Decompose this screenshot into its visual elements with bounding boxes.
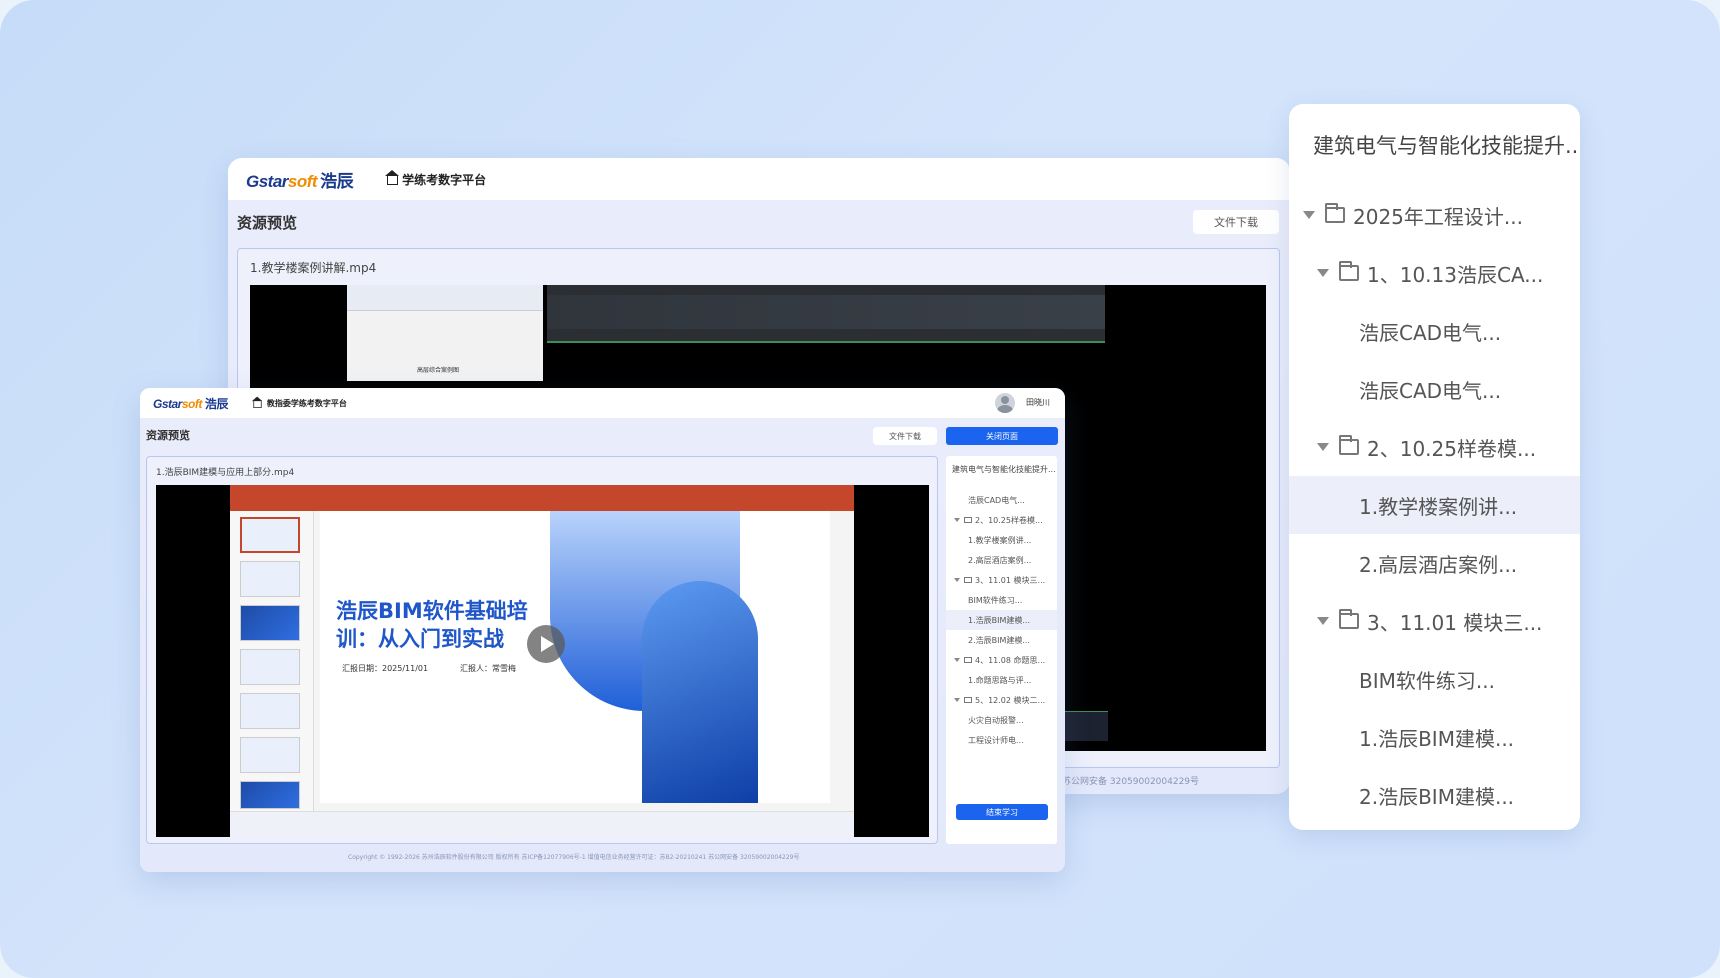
tree-item[interactable]: 2.高层酒店案例... xyxy=(1289,534,1580,592)
doc-caption: 高层综合案例图 xyxy=(417,367,460,374)
platform-title[interactable]: 教指委学练考数字平台 xyxy=(251,396,347,409)
tree-folder[interactable]: 2、10.25样卷模... xyxy=(1289,418,1580,476)
folder-icon xyxy=(964,657,972,663)
chevron-down-icon xyxy=(954,698,960,702)
ppt-thumbnails xyxy=(230,511,314,811)
back-footer: 苏公网安备 32059002004229号 xyxy=(1062,777,1200,787)
slide-thumb[interactable] xyxy=(240,605,300,641)
chevron-down-icon xyxy=(954,578,960,582)
file-name: 1.教学楼案例讲解.mp4 xyxy=(250,261,377,275)
sidebar-folder[interactable]: 4、11.08 命题思... xyxy=(946,650,1057,670)
page-title: 资源预览 xyxy=(237,214,298,232)
slide-title-line1: 浩辰BIM软件基础培 xyxy=(336,599,528,623)
tree-folder[interactable]: 3、11.01 模块三... xyxy=(1289,592,1580,650)
page-title: 资源预览 xyxy=(146,429,190,442)
slide-thumb[interactable] xyxy=(240,561,300,597)
background: Gstarsoft 浩辰 学练考数字平台 资源预览 文件下载 1.教学楼案例讲解.… xyxy=(0,0,1720,978)
sidebar-item[interactable]: 2.浩辰BIM建模... xyxy=(946,630,1057,650)
course-sidebar: 建筑电气与智能化技能提升... 浩辰CAD电气... 2、10.25样卷模...… xyxy=(946,456,1057,844)
user-avatar[interactable] xyxy=(995,393,1015,413)
back-header: Gstarsoft 浩辰 学练考数字平台 xyxy=(228,158,1290,200)
folder-icon xyxy=(964,577,972,583)
video-frame-doc: 高层综合案例图 xyxy=(347,285,543,381)
chevron-down-icon xyxy=(1303,211,1315,219)
chevron-down-icon xyxy=(1317,443,1329,451)
front-footer: Copyright © 1992-2026 苏州浩辰软件股份有限公司 版权所有 … xyxy=(348,854,800,861)
front-header: Gstarsoft 浩辰 教指委学练考数字平台 田晓川 xyxy=(140,388,1065,418)
tree-folder[interactable]: 2025年工程设计... xyxy=(1289,186,1580,244)
finish-study-button[interactable]: 结束学习 xyxy=(956,804,1048,820)
slide-reporter: 汇报人：常雪梅 xyxy=(460,664,516,673)
tree-title: 建筑电气与智能化技能提升... xyxy=(1313,134,1580,158)
slide-title-line2: 训：从入门到实战 xyxy=(336,627,504,651)
ppt-statusbar xyxy=(230,811,854,837)
home-icon xyxy=(385,170,400,185)
sidebar-item[interactable]: 火灾自动报警... xyxy=(946,710,1057,730)
sidebar-item[interactable]: 工程设计师电... xyxy=(946,730,1057,750)
folder-icon xyxy=(1339,609,1359,629)
sidebar-item[interactable]: 浩辰CAD电气... xyxy=(946,490,1057,510)
chevron-down-icon xyxy=(1317,269,1329,277)
folder-icon xyxy=(964,697,972,703)
folder-icon xyxy=(1339,261,1359,281)
video-player[interactable]: 浩辰BIM软件基础培 训：从入门到实战 汇报日期：2025/11/01 汇报人：… xyxy=(156,485,929,837)
preview-panel: 1.浩辰BIM建模与应用上部分.mp4 浩辰BIM软件基础培 训：从入门到实战 … xyxy=(146,456,938,844)
slide-canvas: 浩辰BIM软件基础培 训：从入门到实战 汇报日期：2025/11/01 汇报人：… xyxy=(320,511,830,803)
slide-thumb[interactable] xyxy=(240,737,300,773)
folder-icon xyxy=(1325,203,1345,223)
platform-title[interactable]: 学练考数字平台 xyxy=(385,170,486,188)
front-window: Gstarsoft 浩辰 教指委学练考数字平台 田晓川 资源预览 文件下载 关闭页… xyxy=(140,388,1065,872)
chevron-down-icon xyxy=(1317,617,1329,625)
user-name[interactable]: 田晓川 xyxy=(1026,397,1050,408)
file-name: 1.浩辰BIM建模与应用上部分.mp4 xyxy=(156,468,295,478)
folder-icon xyxy=(964,517,972,523)
tree-item-selected[interactable]: 1.教学楼案例讲... xyxy=(1289,476,1580,534)
chevron-down-icon xyxy=(954,658,960,662)
cad-ribbon xyxy=(547,295,1105,329)
tree-folder[interactable]: 1、10.13浩辰CA... xyxy=(1289,244,1580,302)
course-tree-panel: 建筑电气与智能化技能提升... 2025年工程设计... 1、10.13浩辰CA… xyxy=(1289,104,1580,830)
brand-logo[interactable]: Gstarsoft 浩辰 xyxy=(246,167,354,192)
sidebar-item-selected[interactable]: 1.浩辰BIM建模... xyxy=(946,610,1057,630)
download-button[interactable]: 文件下载 xyxy=(873,427,937,445)
doc-toolbar xyxy=(347,285,543,311)
tree-item[interactable]: 2.浩辰BIM建模... xyxy=(1289,766,1580,824)
download-button[interactable]: 文件下载 xyxy=(1193,210,1279,234)
slide-thumb[interactable] xyxy=(240,693,300,729)
sidebar-item[interactable]: 1.教学楼案例讲... xyxy=(946,530,1057,550)
sidebar-folder[interactable]: 5、12.02 模块二... xyxy=(946,690,1057,710)
sidebar-title: 建筑电气与智能化技能提升... xyxy=(952,465,1056,474)
close-page-button[interactable]: 关闭页面 xyxy=(946,427,1058,445)
slide-graphic-building xyxy=(642,581,758,803)
chevron-down-icon xyxy=(954,518,960,522)
tree-item[interactable]: 1.浩辰BIM建模... xyxy=(1289,708,1580,766)
front-body: 资源预览 文件下载 关闭页面 1.浩辰BIM建模与应用上部分.mp4 浩辰BIM… xyxy=(140,418,1065,872)
sidebar-folder[interactable]: 2、10.25样卷模... xyxy=(946,510,1057,530)
video-frame-cad xyxy=(547,285,1105,343)
sidebar-item[interactable]: BIM软件练习... xyxy=(946,590,1057,610)
tree-item[interactable]: 浩辰CAD电气... xyxy=(1289,360,1580,418)
tree-item[interactable]: 浩辰CAD电气... xyxy=(1289,302,1580,360)
slide-report-date: 汇报日期：2025/11/01 xyxy=(342,664,429,673)
slide-thumb[interactable] xyxy=(240,649,300,685)
sidebar-item[interactable]: 2.高层酒店案例... xyxy=(946,550,1057,570)
slide-thumb[interactable] xyxy=(240,781,300,809)
play-icon[interactable] xyxy=(527,625,565,663)
slide-thumb[interactable] xyxy=(240,517,300,553)
home-icon xyxy=(251,396,263,408)
sidebar-item[interactable]: 1.命题思路与评... xyxy=(946,670,1057,690)
ppt-titlebar xyxy=(230,485,854,511)
brand-logo[interactable]: Gstarsoft 浩辰 xyxy=(153,395,228,412)
folder-icon xyxy=(1339,435,1359,455)
sidebar-folder[interactable]: 3、11.01 模块三... xyxy=(946,570,1057,590)
tree-item[interactable]: BIM软件练习... xyxy=(1289,650,1580,708)
